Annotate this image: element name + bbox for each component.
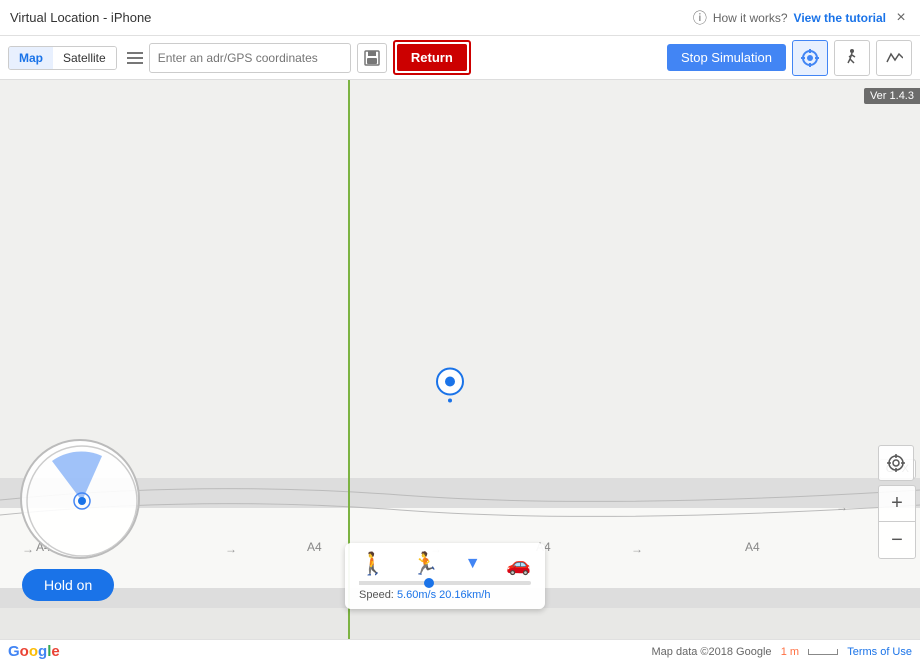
scale-text: 1 m bbox=[781, 646, 799, 658]
speed-slider-fill bbox=[359, 581, 428, 585]
tutorial-link[interactable]: View the tutorial bbox=[794, 11, 886, 25]
window-title: Virtual Location - iPhone bbox=[10, 10, 151, 25]
location-icon-button[interactable] bbox=[792, 40, 828, 76]
list-icon[interactable] bbox=[127, 52, 143, 64]
car-icon: 🚗 bbox=[506, 552, 531, 577]
road-label-a4-2: A4 bbox=[307, 540, 322, 554]
title-bar-left: Virtual Location - iPhone bbox=[10, 10, 151, 25]
map-tab[interactable]: Map bbox=[9, 47, 53, 69]
speed-slider[interactable] bbox=[359, 581, 531, 585]
run-icon: 🏃 bbox=[412, 551, 439, 577]
speed-label: Speed: bbox=[359, 589, 394, 601]
pin-outer bbox=[436, 368, 464, 396]
slider-thumb-indicator: ▼ bbox=[465, 555, 481, 573]
version-label: Ver 1.4.3 bbox=[864, 88, 920, 104]
toolbar: Map Satellite Return Stop Simulation bbox=[0, 36, 920, 80]
map-container[interactable]: → A4 → A4 → A4 → A4 → Ver 1.4.3 Hold on … bbox=[0, 80, 920, 639]
satellite-tab[interactable]: Satellite bbox=[53, 47, 116, 69]
pin-inner bbox=[445, 377, 455, 387]
map-data-text: Map data ©2018 Google 1 m Terms of Use bbox=[652, 646, 913, 658]
compass-widget[interactable] bbox=[20, 439, 140, 559]
arrow-2: → bbox=[225, 542, 237, 556]
target-icon-button[interactable] bbox=[878, 445, 914, 481]
speed-value: 5.60m/s 20.16km/h bbox=[397, 589, 491, 601]
speed-icons: 🚶 🏃 ▼ 🚗 bbox=[359, 551, 531, 577]
terms-link[interactable]: Terms of Use bbox=[847, 646, 912, 658]
route-icon-button[interactable] bbox=[876, 40, 912, 76]
close-button[interactable]: × bbox=[892, 9, 910, 27]
compass-circle bbox=[20, 439, 140, 559]
speed-widget: 🚶 🏃 ▼ 🚗 Speed: 5.60m/s 20.16km/h bbox=[345, 543, 545, 609]
title-bar: Virtual Location - iPhone ⓘ How it works… bbox=[0, 0, 920, 36]
save-button[interactable] bbox=[357, 43, 387, 73]
map-upper-area bbox=[0, 80, 920, 478]
zoom-group: + − bbox=[878, 485, 916, 559]
speed-slider-thumb bbox=[424, 578, 434, 588]
road-label-a4-4: A4 bbox=[745, 540, 760, 554]
google-logo: Google bbox=[8, 643, 60, 660]
walk-icon: 🚶 bbox=[359, 551, 386, 577]
coordinate-input[interactable] bbox=[149, 43, 351, 73]
return-button[interactable]: Return bbox=[397, 44, 467, 71]
speed-text: Speed: 5.60m/s 20.16km/h bbox=[359, 589, 531, 601]
stop-simulation-button[interactable]: Stop Simulation bbox=[667, 44, 786, 71]
hold-on-button[interactable]: Hold on bbox=[22, 569, 114, 601]
arrow-4: → bbox=[631, 542, 643, 556]
map-type-group: Map Satellite bbox=[8, 46, 117, 70]
map-data-label: Map data ©2018 Google bbox=[652, 646, 772, 658]
help-icon: ⓘ bbox=[693, 8, 707, 28]
bottom-bar: Google Map data ©2018 Google 1 m Terms o… bbox=[0, 639, 920, 663]
walk-mode-icon-button[interactable] bbox=[834, 40, 870, 76]
compass-svg bbox=[22, 441, 140, 559]
location-pin bbox=[436, 368, 464, 403]
arrow-5: → bbox=[836, 500, 848, 514]
right-panel: + − bbox=[878, 445, 920, 559]
help-text: How it works? bbox=[713, 11, 788, 25]
scale-bar bbox=[808, 649, 838, 655]
road-grass bbox=[0, 608, 920, 639]
return-button-wrapper: Return bbox=[393, 40, 471, 75]
zoom-in-button[interactable]: + bbox=[879, 486, 915, 522]
pin-dot bbox=[448, 399, 452, 403]
zoom-out-button[interactable]: − bbox=[879, 522, 915, 558]
title-bar-right: ⓘ How it works? View the tutorial × bbox=[693, 8, 910, 28]
